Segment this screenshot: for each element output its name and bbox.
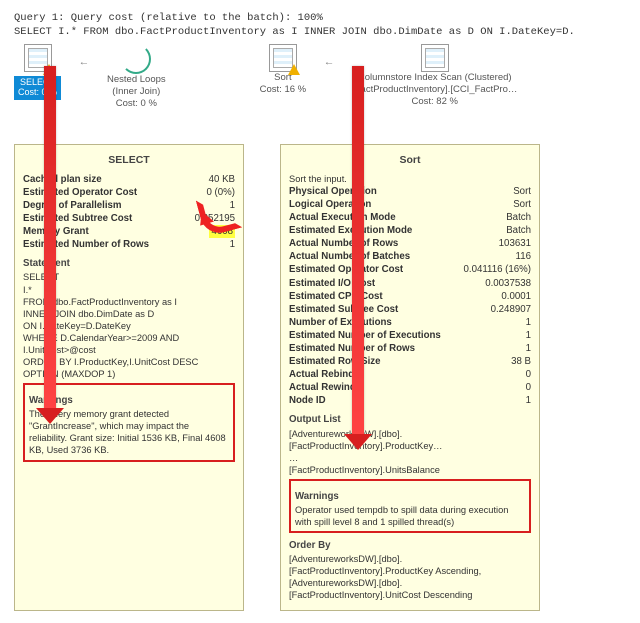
op-sort-cost: Cost: 16 % [260, 84, 306, 96]
output-list: [AdventureworksDW].[dbo]. [FactProductIn… [289, 428, 531, 476]
plan-diagram: SELECT Cost: 0 % ← Nested Loops (Inner J… [14, 44, 626, 110]
op-nested-sub: (Inner Join) [112, 86, 160, 98]
tooltip-title: Sort [289, 153, 531, 167]
query-line-2: SELECT I.* FROM dbo.FactProductInventory… [14, 26, 626, 38]
annotation-arrow-left [44, 66, 56, 410]
op-nested-label: Nested Loops [107, 74, 166, 86]
tooltip-sort: Sort Sort the input. Physical OperationS… [280, 144, 540, 611]
warning-icon [288, 64, 300, 75]
query-line-1: Query 1: Query cost (relative to the bat… [14, 12, 626, 24]
order-by-list: [AdventureworksDW].[dbo]. [FactProductIn… [289, 553, 531, 601]
annotation-pointer [200, 195, 230, 225]
op-colstore-scan[interactable]: Columnstore Index Scan (Clustered) [Fact… [352, 44, 517, 108]
arrow-icon: ← [318, 44, 340, 68]
warnings-box: Warnings Operator used tempdb to spill d… [289, 479, 531, 533]
tooltip-subtitle: Sort the input. [289, 173, 531, 185]
op-scan-cost: Cost: 82 % [412, 96, 458, 108]
loop-icon [121, 44, 151, 74]
table-icon [269, 44, 297, 72]
op-scan-label: Columnstore Index Scan (Clustered) [358, 72, 512, 84]
annotation-arrow-right [352, 66, 364, 436]
op-scan-sub: [FactProductInventory].[CCI_FactPro… [352, 84, 517, 96]
arrow-icon: ← [73, 44, 95, 68]
output-list-heading: Output List [289, 413, 531, 426]
op-sort[interactable]: Sort Cost: 16 % [260, 44, 306, 96]
op-nested-cost: Cost: 0 % [116, 98, 157, 110]
op-nested-loops[interactable]: Nested Loops (Inner Join) Cost: 0 % [107, 44, 166, 110]
table-icon [421, 44, 449, 72]
order-by-heading: Order By [289, 539, 531, 552]
